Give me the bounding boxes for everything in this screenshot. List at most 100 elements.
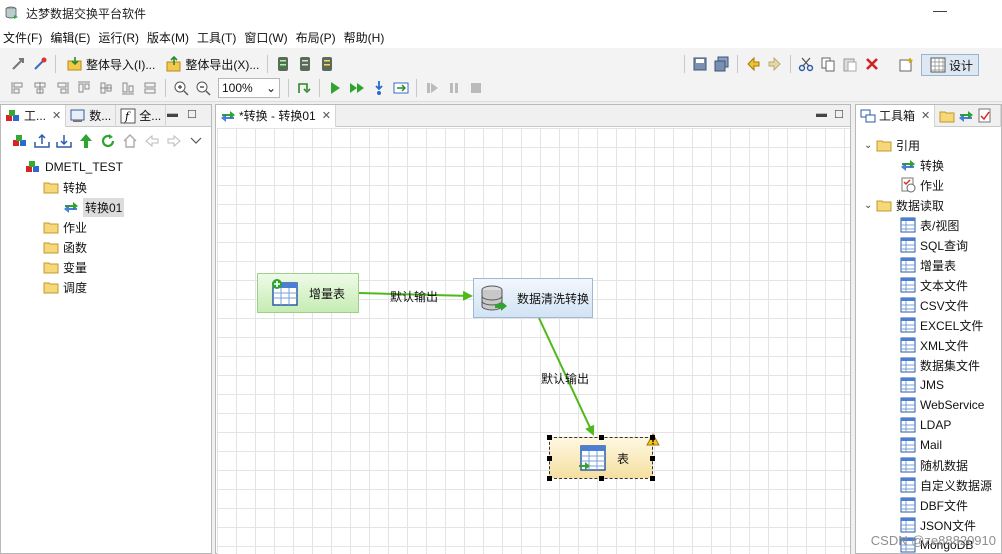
menu-tools[interactable]: 工具(T) [194, 29, 241, 46]
import-project-icon[interactable] [56, 133, 72, 149]
menu-file[interactable]: 文件(F) [0, 29, 47, 46]
menu-window[interactable]: 窗口(W) [241, 29, 292, 46]
toolbox-random-data[interactable]: 随机数据 [900, 455, 968, 475]
export-project-icon[interactable] [34, 133, 50, 149]
selection-handle[interactable] [547, 476, 552, 481]
menu-layout[interactable]: 布局(P) [293, 29, 341, 46]
open-perspective-icon[interactable] [898, 57, 914, 73]
toolbox-incremental-table[interactable]: 增量表 [900, 255, 956, 275]
node-output-table[interactable]: 表 [547, 432, 660, 481]
run-icon[interactable] [327, 80, 343, 96]
undo-icon[interactable] [745, 56, 761, 72]
toolbox-jms[interactable]: JMS [900, 375, 944, 395]
pause-icon[interactable] [446, 80, 462, 96]
cut-icon[interactable] [798, 56, 814, 72]
step-disabled-icon[interactable] [424, 80, 440, 96]
tree-item-schedule[interactable]: 调度 [43, 277, 87, 297]
minimize-button[interactable]: — [930, 1, 950, 21]
debug-step-icon[interactable] [371, 80, 387, 96]
toolbox-dbf-file[interactable]: DBF文件 [900, 495, 968, 515]
minimize-pane-icon[interactable]: ▬ [167, 108, 178, 120]
toolbox-job[interactable]: 作业 [900, 175, 944, 195]
toolbox-ldap[interactable]: LDAP [900, 415, 951, 435]
menu-version[interactable]: 版本(M) [144, 29, 194, 46]
toolbox-webservice[interactable]: WebService [900, 395, 984, 415]
toolbox-custom-source[interactable]: 自定义数据源 [900, 475, 992, 495]
toolbox-excel-file[interactable]: EXCEL文件 [900, 315, 983, 335]
db-server-icon[interactable] [275, 56, 291, 72]
selection-handle[interactable] [599, 476, 604, 481]
db-server-icon[interactable] [297, 56, 313, 72]
menu-edit[interactable]: 编辑(E) [47, 29, 95, 46]
save-icon[interactable] [692, 56, 708, 72]
tab-transform01[interactable]: *转换 - 转换01 ✕ [216, 104, 336, 127]
route-connection-icon[interactable] [296, 80, 312, 96]
align-middle-icon[interactable] [98, 80, 114, 96]
tab-project[interactable]: 工... ✕ [1, 104, 67, 127]
align-right-icon[interactable] [54, 80, 70, 96]
tab-toolbox[interactable]: 工具箱 ✕ [856, 104, 936, 127]
toolbox-xml-file[interactable]: XML文件 [900, 335, 969, 355]
zoom-in-icon[interactable] [173, 80, 189, 96]
toolbox-text-file[interactable]: 文本文件 [900, 275, 968, 295]
design-perspective-button[interactable]: 设计 [921, 54, 980, 76]
preview-icon[interactable] [393, 80, 409, 96]
align-bottom-icon[interactable] [120, 80, 136, 96]
node-incremental-table[interactable]: 增量表 [257, 273, 359, 313]
tree-item-transform[interactable]: 转换 [43, 177, 87, 197]
menu-help[interactable]: 帮助(H) [341, 29, 390, 46]
tree-item-variable[interactable]: 变量 [43, 257, 87, 277]
toolbox-section[interactable]: ⌄ 数据读取 [864, 195, 944, 215]
new-project-icon[interactable] [12, 133, 28, 149]
refresh-icon[interactable] [100, 133, 116, 149]
connect-icon[interactable] [10, 56, 26, 72]
view-menu-icon[interactable] [188, 133, 204, 149]
move-up-icon[interactable] [78, 133, 94, 149]
toolbox-section[interactable]: ⌄ 引用 [864, 135, 920, 155]
toolbox-dataset-file[interactable]: 数据集文件 [900, 355, 980, 375]
toolbox-mail[interactable]: Mail [900, 435, 942, 455]
selection-handle[interactable] [650, 456, 655, 461]
tab-global[interactable]: f 全... [116, 104, 167, 127]
import-all-button[interactable]: 整体导入(I)... [64, 56, 155, 73]
paste-icon[interactable] [842, 56, 858, 72]
close-icon[interactable]: ✕ [322, 109, 331, 122]
delete-icon[interactable] [864, 56, 880, 72]
db-server-icon[interactable] [319, 56, 335, 72]
toolbox-sql-query[interactable]: SQL查询 [900, 235, 968, 255]
toolbox-json-file[interactable]: JSON文件 [900, 515, 976, 535]
align-top-icon[interactable] [76, 80, 92, 96]
align-center-icon[interactable] [32, 80, 48, 96]
home-icon[interactable] [122, 133, 138, 149]
design-canvas[interactable]: 默认输出 默认输出 增量表 数据清洗转换 表 [217, 128, 850, 554]
tree-item-job[interactable]: 作业 [43, 217, 87, 237]
toolbox-csv-file[interactable]: CSV文件 [900, 295, 969, 315]
selection-handle[interactable] [599, 435, 604, 440]
toolbox-table-view[interactable]: 表/视图 [900, 215, 959, 235]
disconnect-icon[interactable] [32, 56, 48, 72]
selection-handle[interactable] [650, 476, 655, 481]
selection-handle[interactable] [650, 435, 655, 440]
copy-icon[interactable] [820, 56, 836, 72]
forward-arrow-icon[interactable] [166, 133, 182, 149]
tree-root[interactable]: DMETL_TEST [25, 157, 123, 177]
tree-item-function[interactable]: 函数 [43, 237, 87, 257]
minimize-pane-icon[interactable]: ▬ [816, 108, 827, 120]
zoom-select[interactable]: 100% ⌄ [218, 78, 280, 98]
maximize-pane-icon[interactable]: ☐ [187, 108, 197, 121]
zoom-out-icon[interactable] [195, 80, 211, 96]
chevron-down-icon[interactable]: ⌄ [864, 200, 876, 211]
maximize-pane-icon[interactable]: ☐ [834, 108, 844, 121]
export-all-button[interactable]: 整体导出(X)... [163, 56, 259, 73]
save-all-icon[interactable] [714, 56, 730, 72]
tab-outline[interactable] [935, 104, 1002, 127]
back-arrow-icon[interactable] [144, 133, 160, 149]
stop-icon[interactable] [468, 80, 484, 96]
close-icon[interactable]: ✕ [52, 109, 61, 122]
tab-data[interactable]: 数... [66, 104, 117, 127]
tree-item-transform01[interactable]: 转换01 [63, 197, 125, 217]
same-width-icon[interactable] [142, 80, 158, 96]
align-left-icon[interactable] [10, 80, 26, 96]
selection-handle[interactable] [547, 456, 552, 461]
run-all-icon[interactable] [349, 80, 365, 96]
